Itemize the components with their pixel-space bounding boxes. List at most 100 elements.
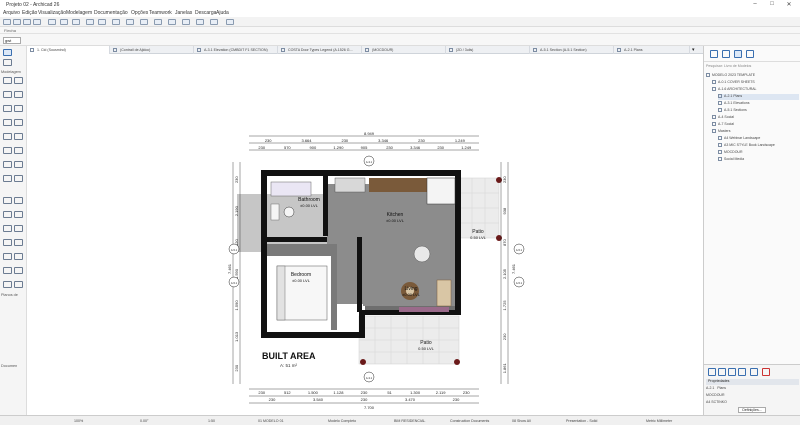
tool-icon[interactable] <box>14 133 23 140</box>
tool-icon[interactable] <box>14 147 23 154</box>
guide-icon[interactable] <box>98 19 106 25</box>
delete-icon[interactable] <box>762 368 770 376</box>
new-layout-icon[interactable] <box>708 368 716 376</box>
menu-visualizacao[interactable]: Visualização <box>38 10 66 16</box>
tool-icon[interactable] <box>3 161 12 168</box>
arrow-tool-icon[interactable] <box>3 49 12 56</box>
navigator-item[interactable]: A-2.1 Plans <box>718 94 799 100</box>
settings-icon[interactable] <box>210 19 218 25</box>
navigator-search[interactable]: Pesquisar: Livro de Modelos <box>706 64 799 70</box>
open-icon[interactable] <box>3 19 11 25</box>
tool-icon[interactable] <box>3 119 12 126</box>
layer-icon[interactable] <box>48 19 56 25</box>
navigator-item[interactable]: Masters <box>712 129 799 135</box>
maximize-button[interactable]: □ <box>765 1 779 8</box>
tool-icon[interactable] <box>3 77 12 84</box>
marquee-tool-icon[interactable] <box>3 59 12 66</box>
tool-icon[interactable] <box>14 253 23 260</box>
menu-documentacao[interactable]: Documentação <box>94 10 128 16</box>
dimension-standard[interactable]: Metric Millimeter <box>646 419 672 423</box>
publisher-icon[interactable] <box>746 50 754 58</box>
rotation-angle[interactable]: 0.00° <box>140 419 148 423</box>
tab-door-legend[interactable]: COSTA Door Types Legend (A.1526 G... <box>278 46 362 54</box>
zoom-icon[interactable] <box>60 19 68 25</box>
tool-icon[interactable] <box>14 267 23 274</box>
tool-icon[interactable] <box>14 211 23 218</box>
redo-icon[interactable] <box>33 19 41 25</box>
tool-icon[interactable] <box>3 281 12 288</box>
tab-elevation[interactable]: A-3.1 Elevation (CMBDIT F1 SECTION) <box>194 46 278 54</box>
tool-icon[interactable] <box>14 281 23 288</box>
navigator-item[interactable]: A4 Webinar Landscape <box>718 136 799 142</box>
scale[interactable]: 1:50 <box>208 419 215 423</box>
navigator-item[interactable]: A3 MIC STYLE Book Landscape <box>718 143 799 149</box>
tool-icon[interactable] <box>14 197 23 204</box>
menu-arquivo[interactable]: Arquivo <box>3 10 20 16</box>
snap-icon[interactable] <box>86 19 94 25</box>
tool-icon[interactable] <box>14 77 23 84</box>
menu-descarga[interactable]: Descarga <box>195 10 216 16</box>
navigator-item[interactable]: A-1.6 ARCHITECTURAL <box>712 87 799 93</box>
menu-edicao[interactable]: Edição <box>22 10 37 16</box>
navigator-item[interactable]: A-5.1 Sections <box>718 108 799 114</box>
rotate-icon[interactable] <box>126 19 134 25</box>
tool-icon[interactable] <box>3 175 12 182</box>
pen-set[interactable]: BIM RESIDENCIAL <box>394 419 425 423</box>
tool-icon[interactable] <box>14 161 23 168</box>
tool-icon[interactable] <box>14 91 23 98</box>
new-folder-icon[interactable] <box>718 368 726 376</box>
tab-mocdour[interactable]: (MOCDOUR) <box>362 46 446 54</box>
elevation-icon[interactable] <box>196 19 204 25</box>
close-button[interactable]: ✕ <box>782 1 796 8</box>
navigator-item[interactable]: Social Media <box>718 157 799 163</box>
tab-3d[interactable]: (2D / 3ulis) <box>446 46 530 54</box>
tool-icon[interactable] <box>3 267 12 274</box>
definitions-button[interactable]: Definições... <box>738 407 766 413</box>
tool-icon[interactable] <box>14 225 23 232</box>
menu-opcoes[interactable]: Opções <box>131 10 148 16</box>
tab-floor-plan[interactable]: 1. Cid (Sousmind) <box>27 46 110 54</box>
tool-icon[interactable] <box>3 225 12 232</box>
navigator-item[interactable]: A-3.1 Elevations <box>718 101 799 107</box>
grid-icon[interactable] <box>72 19 80 25</box>
move-icon[interactable] <box>112 19 120 25</box>
renovation-filter[interactable]: 08 Show All <box>512 419 531 423</box>
tool-icon[interactable] <box>14 175 23 182</box>
navigator-item[interactable]: A-0.1 COVER SHEETS <box>712 80 799 86</box>
tool-icon[interactable] <box>3 147 12 154</box>
layer-combination[interactable]: 01 MODELO 01 <box>258 419 284 423</box>
open-icon-panel[interactable] <box>738 368 746 376</box>
clone-icon[interactable] <box>728 368 736 376</box>
section-icon[interactable] <box>182 19 190 25</box>
menu-ajuda[interactable]: Ajuda <box>216 10 229 16</box>
tool-icon[interactable] <box>14 239 23 246</box>
navigator-item[interactable]: MODELO 2023 TEMPLATE <box>706 73 799 79</box>
tool-icon[interactable] <box>14 119 23 126</box>
tool-icon[interactable] <box>3 211 12 218</box>
tab-ajidoc[interactable]: (Contrail de Ajidoc) <box>110 46 194 54</box>
render-icon[interactable] <box>154 19 162 25</box>
undo-icon[interactable] <box>23 19 31 25</box>
tool-icon[interactable] <box>3 239 12 246</box>
tool-icon[interactable] <box>3 253 12 260</box>
graphic-override[interactable]: Presentation - Solid <box>566 419 597 423</box>
tool-icon[interactable] <box>14 105 23 112</box>
menu-teamwork[interactable]: Teamwork <box>149 10 172 16</box>
zoom-level[interactable]: 100% <box>74 419 83 423</box>
mirror-icon[interactable] <box>140 19 148 25</box>
tab-section[interactable]: A-5.1 Section (A-5.1 Section) <box>530 46 614 54</box>
tab-plans[interactable]: A-2.1 Plans <box>614 46 690 54</box>
save-icon[interactable] <box>13 19 21 25</box>
mvo[interactable]: Construction Documents <box>450 419 489 423</box>
3d-view-icon[interactable] <box>168 19 176 25</box>
navigator-item[interactable]: MOCDOUR <box>718 150 799 156</box>
view-map-icon[interactable] <box>722 50 730 58</box>
selection-method-select[interactable]: gwt <box>3 37 21 44</box>
teamwork-icon[interactable] <box>226 19 234 25</box>
settings-panel-icon[interactable] <box>750 368 758 376</box>
tool-icon[interactable] <box>3 105 12 112</box>
tool-icon[interactable] <box>3 197 12 204</box>
layout-book-icon[interactable] <box>734 50 742 58</box>
tab-menu-icon[interactable]: ▾ <box>692 47 695 53</box>
floor-plan-canvas[interactable]: Bathroom ±0.00 LVL Kitchen ±0.00 LVL Bed… <box>27 54 703 415</box>
